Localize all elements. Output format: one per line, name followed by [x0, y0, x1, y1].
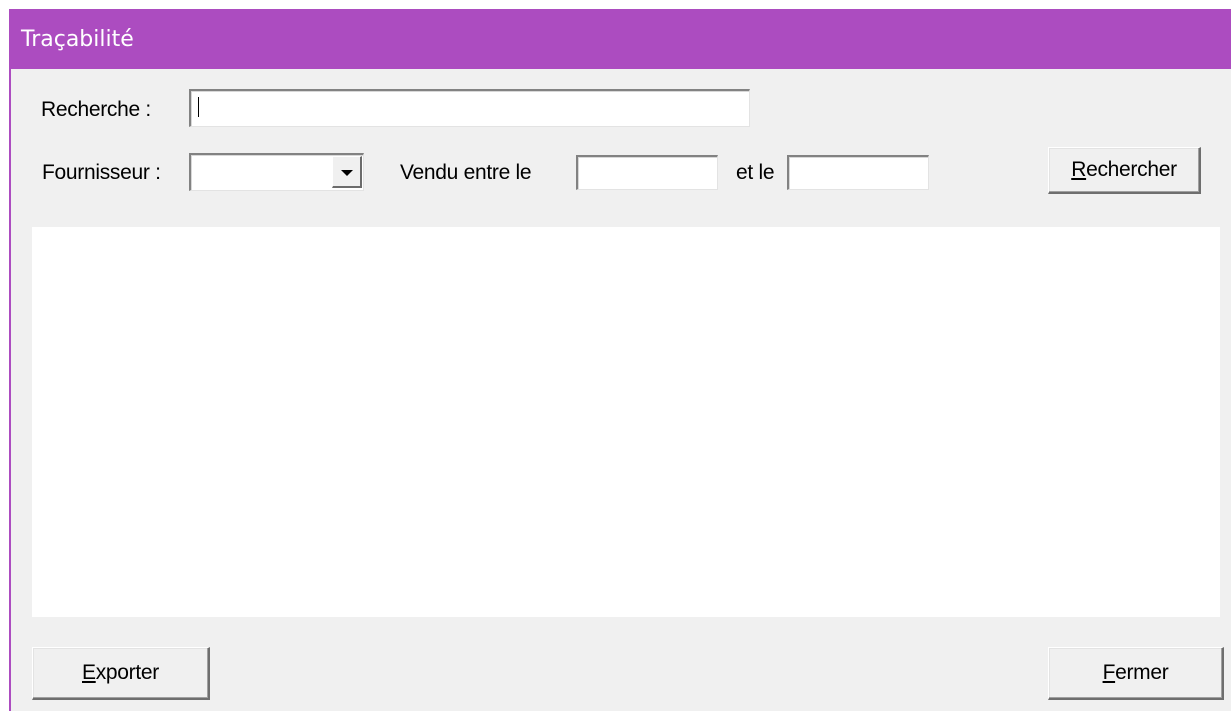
search-button-accel: R [1071, 158, 1087, 181]
search-input[interactable] [189, 89, 750, 127]
supplier-dropdown[interactable] [189, 153, 364, 191]
close-button-accel: F [1102, 661, 1116, 684]
supplier-dropdown-button[interactable] [332, 156, 362, 188]
tracability-window: Traçabilité Recherche : Fournisseur : Ve… [9, 9, 1231, 711]
supplier-label: Fournisseur : [42, 161, 161, 184]
search-button-label: echercher [1086, 158, 1177, 181]
search-button[interactable]: Rechercher [1048, 147, 1201, 194]
export-button-accel: E [82, 661, 96, 684]
export-button[interactable]: Exporter [32, 647, 210, 700]
window-title: Traçabilité [21, 27, 134, 52]
close-button[interactable]: Fermer [1048, 647, 1224, 700]
results-list[interactable] [32, 227, 1220, 617]
date-to-field[interactable] [787, 155, 929, 190]
close-button-label: ermer [1115, 661, 1169, 684]
search-label: Recherche : [41, 98, 151, 121]
sold-between-label: Vendu entre le [400, 161, 532, 184]
title-bar[interactable]: Traçabilité [9, 9, 1231, 69]
export-button-label: xporter [95, 661, 160, 684]
chevron-down-icon [341, 170, 353, 176]
and-label: et le [736, 161, 775, 184]
text-caret [198, 97, 199, 117]
date-from-field[interactable] [576, 155, 718, 190]
